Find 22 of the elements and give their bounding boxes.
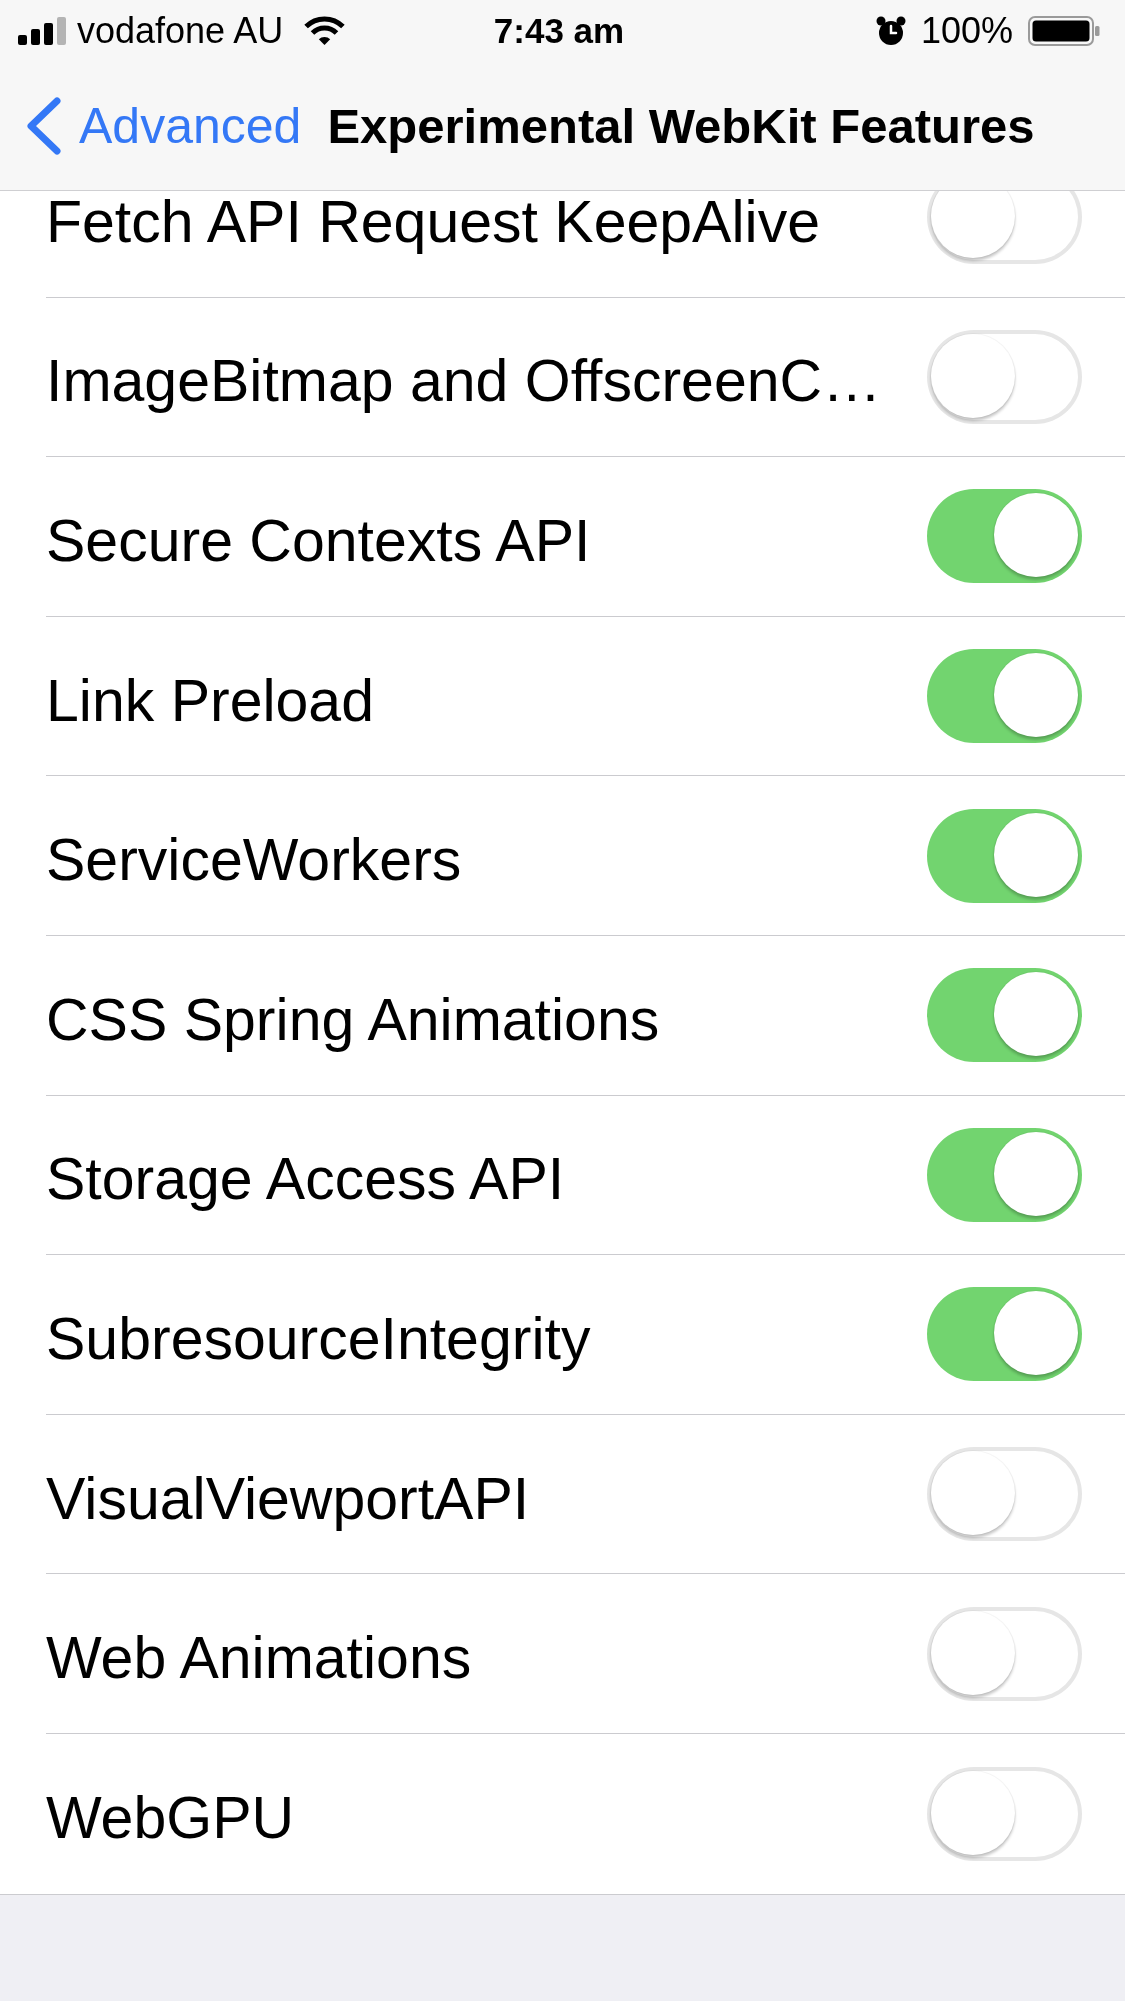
setting-label: Storage Access API — [46, 1150, 565, 1210]
battery-percent: 100% — [920, 11, 1013, 51]
back-button[interactable]: Advanced — [25, 96, 302, 156]
status-time: 7:43 am — [493, 11, 625, 51]
setting-label: Secure Contexts API — [46, 512, 591, 571]
setting-label: WebGPU — [46, 1789, 295, 1849]
setting-label: Link Preload — [46, 671, 374, 731]
alarm-clock-icon — [875, 16, 906, 46]
setting-label: ImageBitmap and OffscreenC… — [46, 352, 882, 412]
wifi-icon — [303, 16, 347, 46]
toggle-switch[interactable] — [927, 191, 1082, 265]
page-title: Experimental WebKit Features — [327, 97, 1035, 155]
chevron-left-icon — [25, 96, 62, 156]
setting-label: SubresourceIntegrity — [46, 1309, 591, 1369]
carrier-name: vodafone AU — [77, 11, 284, 51]
setting-label: CSS Spring Animations — [46, 990, 660, 1050]
battery-icon — [1028, 16, 1100, 46]
setting-label: Fetch API Request KeepAlive — [46, 192, 820, 252]
setting-label: Web Animations — [46, 1629, 472, 1689]
setting-label: ServiceWorkers — [46, 831, 462, 891]
signal-bars-icon — [18, 17, 66, 45]
setting-label: VisualViewportAPI — [46, 1469, 530, 1529]
